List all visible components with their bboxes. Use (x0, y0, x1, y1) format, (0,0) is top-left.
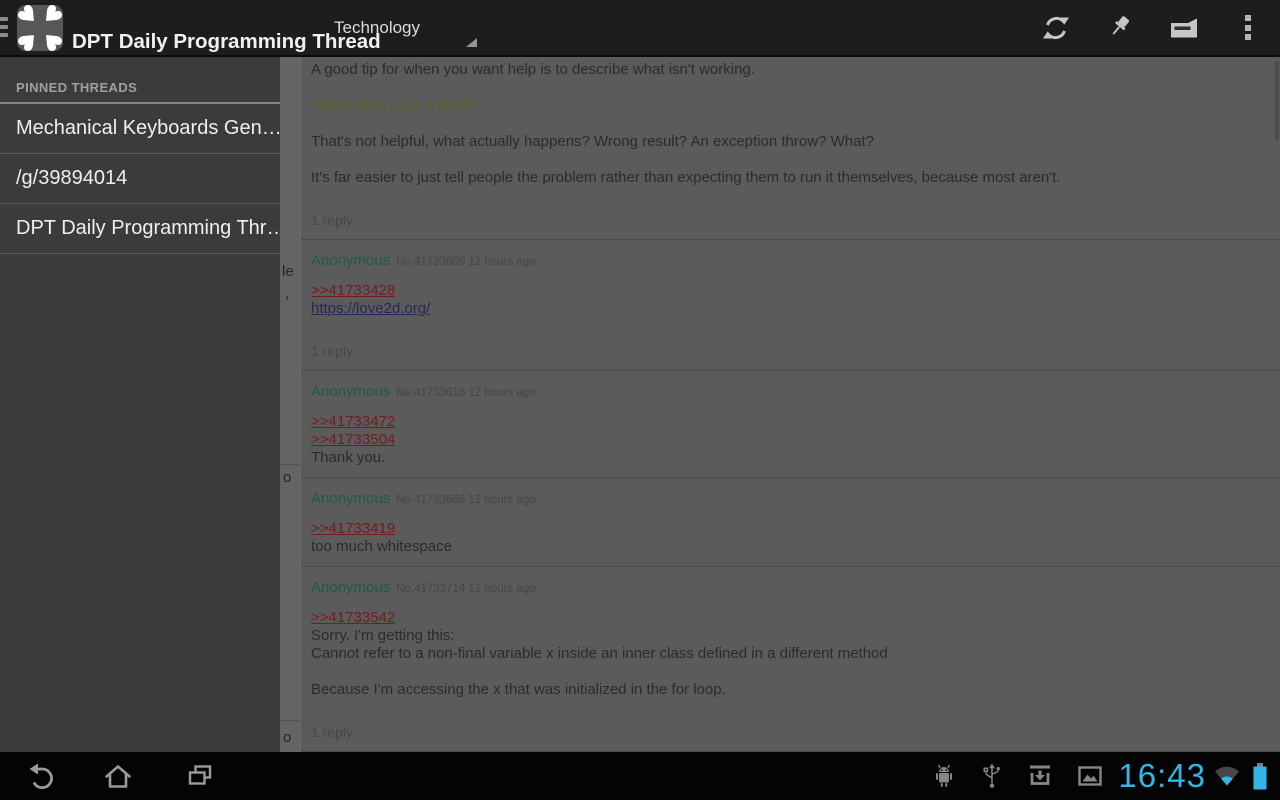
usb-icon (982, 763, 1002, 790)
app-screen: ♥ ♥ ♥ ♥ DPT Daily Programming Thread Tec… (0, 0, 1280, 800)
spacer (311, 151, 1270, 169)
quote-link[interactable]: >>41733419 (311, 520, 395, 538)
post-text-line: It's far easier to just tell people the … (311, 169, 1270, 187)
action-buttons (1024, 0, 1280, 55)
spacer (311, 187, 1270, 205)
refresh-button[interactable] (1024, 0, 1088, 55)
peek-text-fragment: , (285, 285, 289, 303)
battery-icon (1252, 763, 1268, 790)
spacer (311, 115, 1270, 133)
post-body: A good tip for when you want help is to … (311, 61, 1270, 229)
recents-button[interactable] (178, 752, 222, 800)
reply-icon (1169, 17, 1199, 39)
url-link[interactable]: https://love2d.org/ (311, 300, 430, 318)
post-body: >>41733428https://love2d.org/1 reply (311, 282, 1270, 360)
system-bar: 16:43 (0, 752, 1280, 800)
reply-button[interactable] (1152, 0, 1216, 55)
overflow-menu-button[interactable] (1216, 0, 1280, 55)
scrollbar-thumb[interactable] (1275, 61, 1279, 141)
post-meta: No.41733609 12 hours ago (396, 256, 535, 268)
download-icon (1028, 765, 1052, 787)
greentext-line: >Why can't I use x here? (311, 97, 1270, 115)
quote-link[interactable]: >>41733542 (311, 609, 395, 627)
post-text-line: Cannot refer to a non-final variable x i… (311, 645, 1270, 663)
post-text-line: A good tip for when you want help is to … (311, 61, 1270, 79)
pin-icon (1107, 14, 1134, 41)
back-button[interactable] (20, 752, 64, 800)
replies-count[interactable]: 1 reply (311, 211, 353, 229)
post-body: >>41733472>>41733504Thank you. (311, 413, 1270, 467)
replies-count[interactable]: 1 reply (311, 723, 353, 741)
list-divider (280, 464, 300, 465)
quote-link[interactable]: >>41733428 (311, 282, 395, 300)
peek-text-fragment: le (282, 263, 294, 281)
post[interactable]: Anonymous No.41733666 12 hours ago >>4173… (301, 478, 1280, 567)
quote-link[interactable]: >>41733472 (311, 413, 395, 431)
clock: 16:43 (1118, 752, 1206, 800)
wifi-icon (1214, 766, 1240, 787)
spinner-caret-icon (466, 38, 477, 47)
replies-count[interactable]: 1 reply (311, 342, 353, 360)
post-header: Anonymous No.41733609 12 hours ago (311, 252, 1270, 270)
refresh-icon (1042, 14, 1070, 42)
overflow-dots-icon (1245, 12, 1251, 44)
app-logo-clover-icon[interactable]: ♥ ♥ ♥ ♥ (17, 5, 63, 51)
post-text-line: That's not helpful, what actually happen… (311, 133, 1270, 151)
post-text-line: Because I'm accessing the x that was ini… (311, 681, 1270, 699)
post-author: Anonymous (311, 383, 390, 400)
post-meta: No.41733714 12 hours ago (396, 583, 535, 595)
post-text-line: too much whitespace (311, 538, 1270, 556)
peek-text-fragment: o (283, 469, 291, 487)
spacer (311, 663, 1270, 681)
home-icon (103, 761, 133, 791)
board-spinner[interactable]: Technology (326, 0, 490, 55)
home-button[interactable] (96, 752, 140, 800)
spacer (311, 318, 1270, 336)
pinned-thread-item[interactable]: DPT Daily Programming Thr… (0, 204, 280, 254)
drawer-handle-icon[interactable] (0, 17, 8, 41)
post[interactable]: Anonymous No.41733714 12 hours ago >>4173… (301, 567, 1280, 752)
pinned-threads-list: Mechanical Keyboards Gen…/g/39894014DPT … (0, 104, 280, 254)
post-meta: No.41733666 12 hours ago (396, 494, 535, 506)
post-author: Anonymous (311, 490, 390, 507)
post[interactable]: Anonymous No.41733616 12 hours ago >>4173… (301, 371, 1280, 478)
post-meta: No.41733616 12 hours ago (396, 387, 535, 399)
screenshot-gallery-icon (1078, 766, 1102, 786)
post[interactable]: A good tip for when you want help is to … (301, 57, 1280, 240)
post-text-line: Sorry. I'm getting this: (311, 627, 1270, 645)
post-body: >>41733542Sorry. I'm getting this:Cannot… (311, 609, 1270, 741)
pinned-threads-drawer: PINNED THREADS Mechanical Keyboards Gen…… (0, 57, 280, 752)
post-body: >>41733419too much whitespace (311, 520, 1270, 556)
pinned-thread-item[interactable]: Mechanical Keyboards Gen… (0, 104, 280, 154)
post-header: Anonymous No.41733666 12 hours ago (311, 490, 1270, 508)
action-bar: ♥ ♥ ♥ ♥ DPT Daily Programming Thread Tec… (0, 0, 1280, 57)
post-author: Anonymous (311, 252, 390, 269)
spacer (311, 79, 1270, 97)
back-icon (27, 761, 57, 791)
quote-link[interactable]: >>41733504 (311, 431, 395, 449)
thread-list-peek: le , o o (280, 57, 300, 752)
post-header: Anonymous No.41733616 12 hours ago (311, 383, 1270, 401)
post-text-line: Thank you. (311, 449, 1270, 467)
clover-leaf-icon: ♥ (35, 24, 66, 55)
android-debug-icon (932, 763, 956, 789)
status-area[interactable]: 16:43 (906, 752, 1268, 800)
pin-button[interactable] (1088, 0, 1152, 55)
pinned-thread-item[interactable]: /g/39894014 (0, 154, 280, 204)
peek-text-fragment: o (283, 729, 291, 747)
post-author: Anonymous (311, 579, 390, 596)
thread-view[interactable]: A good tip for when you want help is to … (300, 57, 1280, 752)
recents-icon (185, 761, 215, 791)
board-spinner-label: Technology (334, 0, 420, 55)
drawer-header-label: PINNED THREADS (16, 80, 137, 102)
post[interactable]: Anonymous No.41733609 12 hours ago >>4173… (301, 240, 1280, 371)
post-header: Anonymous No.41733714 12 hours ago (311, 579, 1270, 597)
list-divider (280, 720, 300, 721)
spacer (311, 699, 1270, 717)
